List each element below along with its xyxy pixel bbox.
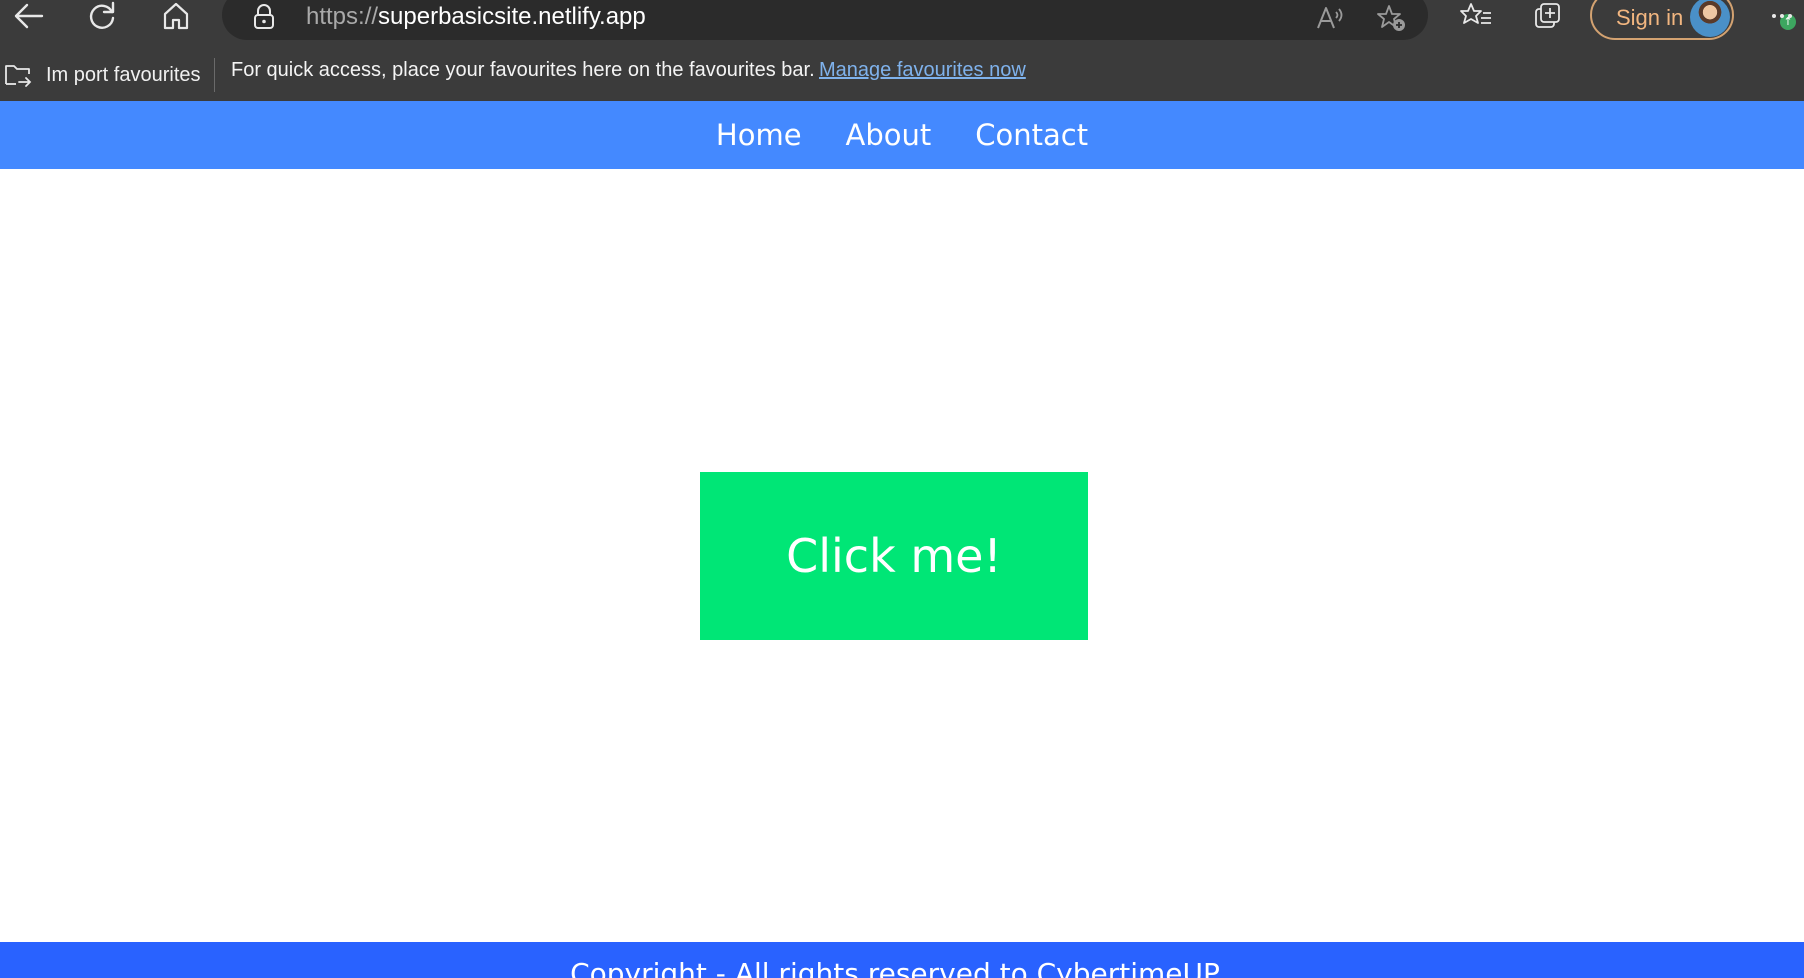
url-protocol: https://: [306, 3, 379, 30]
nav-link-contact[interactable]: Contact: [975, 118, 1088, 152]
footer-copyright: Copyright - All rights reserved to Cyber…: [570, 957, 1220, 978]
home-button[interactable]: [154, 0, 198, 32]
click-me-button[interactable]: Click me!: [700, 472, 1088, 640]
star-add-icon: [1377, 5, 1405, 31]
more-dots-icon: [1772, 14, 1792, 18]
url-host: superbasicsite.netlify.app: [378, 3, 646, 30]
collections-button[interactable]: [1526, 0, 1570, 32]
manage-favourites-link[interactable]: Manage favourites now: [819, 59, 1026, 82]
sign-in-button[interactable]: Sign in: [1590, 0, 1734, 40]
nav-link-home[interactable]: Home: [716, 118, 802, 152]
lock-icon[interactable]: [252, 4, 276, 30]
browser-toolbar: https://superbasicsite.netlify.app Sign …: [0, 0, 1804, 48]
home-icon: [163, 2, 189, 30]
favourites-button[interactable]: [1454, 0, 1498, 32]
import-favourites-label: Im port favourites: [46, 63, 201, 86]
back-button[interactable]: [6, 0, 50, 32]
refresh-button[interactable]: [80, 0, 124, 32]
back-arrow-icon: [14, 3, 44, 29]
site-navbar: Home About Contact: [0, 101, 1804, 169]
site-footer: Copyright - All rights reserved to Cyber…: [0, 942, 1804, 978]
read-aloud-button[interactable]: [1308, 2, 1352, 34]
favourites-message: For quick access, place your favourites …: [231, 59, 815, 81]
refresh-icon: [89, 1, 115, 29]
url-text[interactable]: https://superbasicsite.netlify.app: [306, 3, 646, 31]
more-options-button[interactable]: [1760, 0, 1804, 32]
import-folder-icon: [5, 65, 32, 87]
address-bar[interactable]: https://superbasicsite.netlify.app: [222, 0, 1428, 40]
read-aloud-icon: [1317, 7, 1343, 29]
nav-link-about[interactable]: About: [846, 118, 932, 152]
avatar: [1690, 0, 1730, 37]
sign-in-label: Sign in: [1616, 5, 1684, 30]
favourites-bar: Im port favourites For quick access, pla…: [0, 48, 1804, 101]
collections-icon: [1535, 3, 1560, 28]
import-favourites-button[interactable]: Im port favourites: [0, 58, 201, 92]
browser-chrome: https://superbasicsite.netlify.app Sign …: [0, 0, 1804, 101]
favourites-divider: [214, 58, 215, 92]
add-favourite-button[interactable]: [1370, 2, 1414, 34]
main-content: Click me!: [0, 169, 1804, 942]
favourites-list-icon: [1460, 3, 1491, 24]
